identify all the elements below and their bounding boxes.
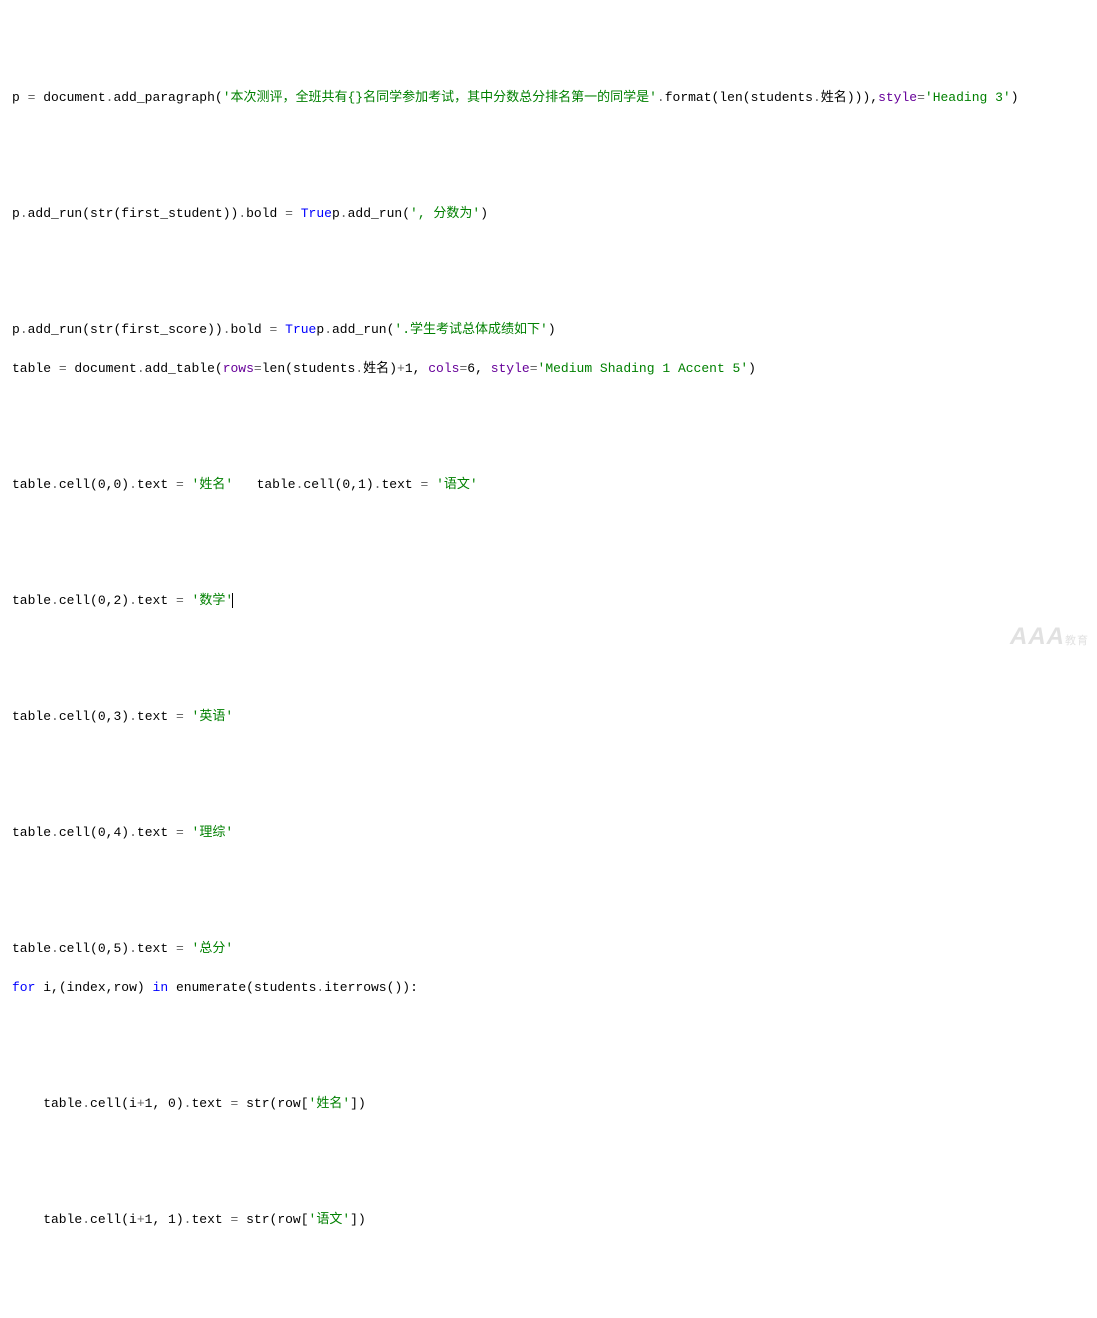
blank-line (12, 243, 1085, 262)
blank-line (12, 901, 1085, 920)
blank-line (12, 166, 1085, 185)
blank-line (12, 437, 1085, 456)
code-line: table.cell(i+1, 0).text = str(row['姓名']) (12, 1094, 1085, 1114)
code-line: p.add_run(str(first_score)).bold = Truep… (12, 320, 1085, 340)
blank-line (12, 862, 1085, 881)
blank-line (12, 1288, 1085, 1307)
code-line: table = document.add_table(rows=len(stud… (12, 359, 1085, 379)
code-line: for i,(index,row) in enumerate(students.… (12, 978, 1085, 998)
code-line: p.add_run(str(first_student)).bold = Tru… (12, 204, 1085, 224)
blank-line (12, 1249, 1085, 1268)
blank-line (12, 746, 1085, 765)
text-cursor (232, 593, 233, 608)
code-line: table.cell(0,0).text = '姓名' table.cell(0… (12, 475, 1085, 495)
code-line: table.cell(0,2).text = '数学' (12, 591, 1085, 611)
blank-line (12, 1017, 1085, 1036)
blank-line (12, 1056, 1085, 1075)
blank-line (12, 785, 1085, 804)
blank-line (12, 553, 1085, 572)
code-line: table.cell(0,4).text = '理综' (12, 823, 1085, 843)
code-line: table.cell(0,3).text = '英语' (12, 707, 1085, 727)
code-line: p = document.add_paragraph('本次测评，全班共有{}名… (12, 88, 1085, 108)
blank-line (12, 127, 1085, 146)
blank-line (12, 1172, 1085, 1191)
blank-line (12, 1133, 1085, 1152)
blank-line (12, 514, 1085, 533)
blank-line (12, 630, 1085, 649)
code-line: table.cell(i+1, 1).text = str(row['语文']) (12, 1210, 1085, 1230)
blank-line (12, 398, 1085, 417)
blank-line (12, 669, 1085, 688)
code-line: table.cell(0,5).text = '总分' (12, 939, 1085, 959)
code-editor[interactable]: p = document.add_paragraph('本次测评，全班共有{}名… (12, 88, 1085, 1318)
blank-line (12, 282, 1085, 301)
